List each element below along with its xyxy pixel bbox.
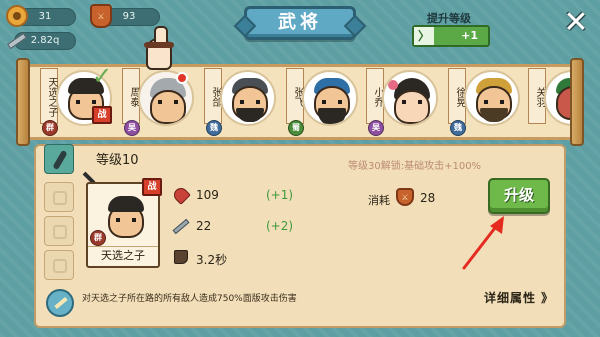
- faction-badge: 魏: [450, 120, 466, 136]
- tab-armor[interactable]: [44, 182, 74, 212]
- hp-gain: (+1): [266, 188, 294, 202]
- speed-stat: 3.2秒: [196, 251, 227, 268]
- cost-value: 28: [420, 191, 436, 205]
- tab-accessory[interactable]: [44, 216, 74, 246]
- hero-card-2[interactable]: 张郃 魏: [204, 68, 280, 136]
- cost-label: 消耗: [368, 194, 390, 207]
- check-icon: ✓: [92, 62, 113, 90]
- faction-badge: 群: [42, 120, 58, 136]
- hero-portrait: [302, 70, 358, 126]
- faction-badge: 吴: [124, 120, 140, 136]
- hp-stat: 109 (+1): [196, 188, 293, 202]
- attack-value: 22: [196, 219, 212, 233]
- upgrade-level-value: +1: [461, 29, 478, 42]
- scroll-end-left: [16, 58, 30, 146]
- faction-badge: 魏: [206, 120, 222, 136]
- tab-boots[interactable]: [44, 250, 74, 280]
- scroll-end-right: [570, 58, 584, 146]
- hero-portrait: [464, 70, 520, 126]
- hp-value: 109: [196, 188, 219, 202]
- hero-card-4[interactable]: 小乔 吴: [366, 68, 442, 136]
- boot-icon: [174, 250, 188, 264]
- hero-card-6[interactable]: 关羽: [528, 68, 570, 136]
- coin-count: 31: [38, 11, 52, 22]
- battle-badge: 战: [92, 106, 112, 124]
- badge-icon: ⚔: [90, 4, 112, 28]
- selected-hero-name: 天选之子: [88, 246, 158, 264]
- upgrade-button[interactable]: 升级: [488, 178, 550, 214]
- detail-attributes-link[interactable]: 详细属性 》: [484, 289, 560, 309]
- hero-card-0[interactable]: 天选之子 ✓ 战 群: [40, 62, 116, 136]
- unlock-info: 等级30解锁:基础攻击+100%: [348, 161, 482, 172]
- hero-level: 等级10: [96, 153, 139, 168]
- close-icon[interactable]: ✕: [563, 8, 589, 38]
- hero-portrait: [382, 70, 438, 126]
- selected-hero-card: 战 群 天选之子: [86, 178, 162, 268]
- speed-value: 3.2秒: [196, 253, 228, 267]
- faction-badge: 群: [90, 230, 106, 246]
- pointer-hand-icon: [144, 26, 174, 70]
- hero-card-5[interactable]: 徐晃 魏: [448, 68, 524, 136]
- hero-portrait: [544, 70, 570, 126]
- tutorial-arrow-icon: [462, 216, 504, 270]
- coin-icon: [6, 5, 28, 27]
- power-value: 2.82q: [30, 35, 60, 46]
- hero-portrait: [220, 70, 276, 126]
- attack-stat: 22 (+2): [196, 219, 293, 233]
- notification-dot: [176, 72, 188, 84]
- battle-badge: 战: [142, 178, 162, 196]
- chevron-right-icon: 〉: [414, 27, 434, 45]
- hero-card-3[interactable]: 张飞 蜀: [286, 68, 362, 136]
- faction-badge: 吴: [368, 120, 384, 136]
- tab-weapon[interactable]: [44, 144, 74, 174]
- page-title: 武将: [244, 6, 356, 40]
- attack-gain: (+2): [266, 219, 294, 233]
- skill-sword-icon: [46, 289, 74, 317]
- upgrade-level-label: 提升等级: [427, 12, 471, 25]
- cost-badge-icon: ⚔: [396, 188, 414, 206]
- badge-count: 93: [122, 11, 136, 22]
- skill-description: 对天选之子所在路的所有敌人造成750%面版攻击伤害: [82, 294, 297, 304]
- faction-badge: 蜀: [288, 120, 304, 136]
- upgrade-level-toggle[interactable]: 〉 +1: [412, 25, 490, 47]
